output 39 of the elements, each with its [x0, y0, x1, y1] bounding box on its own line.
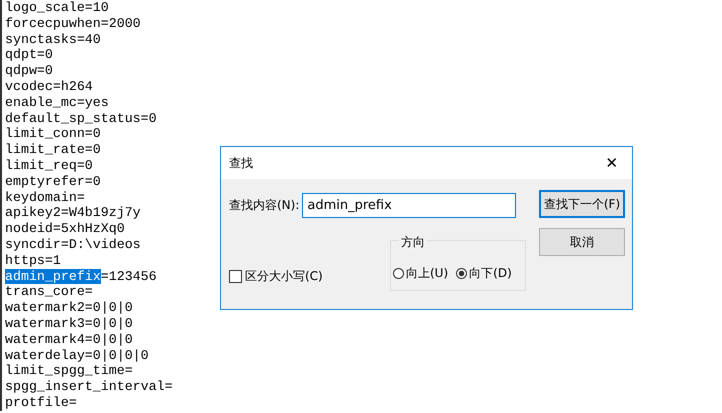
code-line: keydomain=	[5, 190, 85, 205]
checkbox-label: 区分大小写(C)	[245, 268, 323, 285]
cancel-button[interactable]: 取消	[539, 228, 625, 256]
code-line: apikey2=W4b19zj7y	[5, 205, 141, 220]
code-line: limit_conn=0	[5, 126, 101, 142]
code-line: waterdelay=0|0|0|0	[5, 348, 149, 363]
code-line: watermark4=0|0|0	[5, 332, 133, 347]
radio-label: 向上(U)	[406, 265, 448, 282]
radio-button[interactable]	[456, 268, 468, 279]
radio-button[interactable]	[393, 268, 404, 279]
highlighted-text: admin_prefix	[5, 268, 101, 284]
code-line: https=1	[5, 252, 61, 268]
code-line: spgg_insert_interval=	[5, 379, 173, 394]
code-line: syncdir=D:\videos	[5, 236, 141, 252]
code-line: protfile=	[5, 394, 77, 410]
code-line: limit_rate=0	[5, 142, 101, 158]
code-line: vcodec=h264	[5, 78, 93, 94]
code-line: watermark3=0|0|0	[5, 316, 133, 331]
code-line: default_sp_status=0	[5, 110, 157, 126]
find-next-button[interactable]: 查找下一个(F)	[539, 190, 625, 218]
code-line: =123456	[100, 268, 157, 284]
code-line: qdpt=0	[5, 47, 53, 62]
find-input-field[interactable]: admin_prefix	[302, 193, 516, 218]
code-line: limit_spgg_time=	[5, 363, 133, 378]
code-line: synctasks=40	[5, 32, 101, 47]
code-line: qdpw=0	[5, 63, 53, 78]
code-line: trans_core=	[5, 284, 93, 300]
code-line: nodeid=5xhHzXq0	[5, 221, 125, 236]
code-line: emptyrefer=0	[5, 174, 101, 189]
radio-label: 向下(D)	[469, 265, 512, 282]
code-line: limit_req=0	[5, 158, 93, 173]
code-line: forcecpuwhen=2000	[5, 16, 141, 31]
find-label: 查找内容(N):	[229, 197, 300, 214]
close-button[interactable]: ✕	[592, 147, 632, 179]
code-line: logo_scale=10	[5, 0, 109, 15]
checkbox[interactable]	[229, 270, 242, 283]
code-line: enable_mc=yes	[5, 94, 109, 110]
dialog-title: 查找	[229, 154, 253, 172]
code-line: watermark2=0|0|0	[5, 300, 133, 316]
